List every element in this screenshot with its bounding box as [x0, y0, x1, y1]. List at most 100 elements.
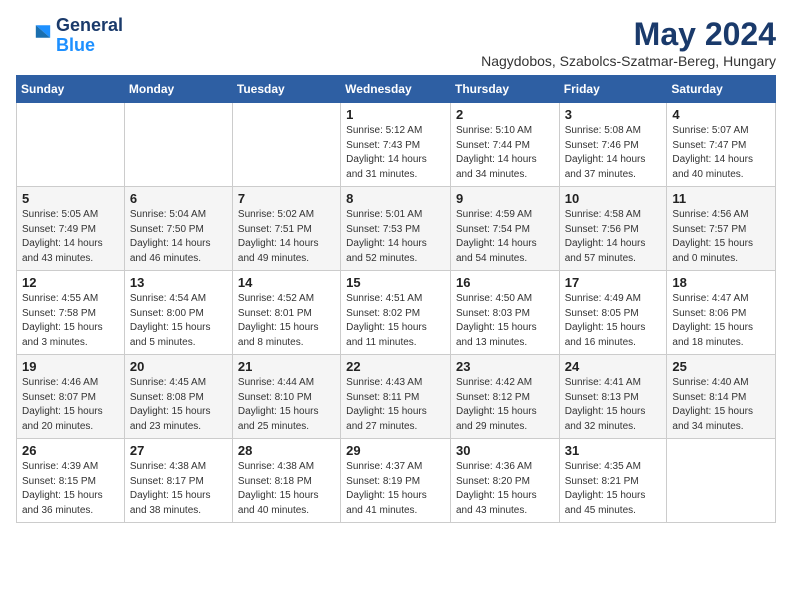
day-info: Sunrise: 4:56 AMSunset: 7:57 PMDaylight:… [672, 208, 770, 266]
day-number: 30 [456, 443, 554, 458]
logo-line1: General [56, 16, 123, 36]
day-info: Sunrise: 4:38 AMSunset: 8:18 PMDaylight:… [238, 460, 335, 518]
day-info: Sunrise: 4:35 AMSunset: 8:21 PMDaylight:… [565, 460, 662, 518]
day-number: 12 [22, 275, 119, 290]
day-number: 16 [456, 275, 554, 290]
day-info: Sunrise: 4:51 AMSunset: 8:02 PMDaylight:… [346, 292, 445, 350]
week-row-5: 26 Sunrise: 4:39 AMSunset: 8:15 PMDayligh… [17, 439, 776, 523]
day-info: Sunrise: 4:50 AMSunset: 8:03 PMDaylight:… [456, 292, 554, 350]
day-info: Sunrise: 4:45 AMSunset: 8:08 PMDaylight:… [130, 376, 227, 434]
day-cell: 4 Sunrise: 5:07 AMSunset: 7:47 PMDaylight… [667, 103, 776, 187]
day-info: Sunrise: 4:59 AMSunset: 7:54 PMDaylight:… [456, 208, 554, 266]
day-number: 15 [346, 275, 445, 290]
logo-line2: Blue [56, 36, 123, 56]
day-number: 1 [346, 107, 445, 122]
day-info: Sunrise: 4:46 AMSunset: 8:07 PMDaylight:… [22, 376, 119, 434]
day-info: Sunrise: 4:58 AMSunset: 7:56 PMDaylight:… [565, 208, 662, 266]
calendar-table: SundayMondayTuesdayWednesdayThursdayFrid… [16, 75, 776, 523]
day-cell: 8 Sunrise: 5:01 AMSunset: 7:53 PMDaylight… [341, 187, 451, 271]
header-cell-tuesday: Tuesday [232, 76, 340, 103]
day-number: 4 [672, 107, 770, 122]
day-info: Sunrise: 5:12 AMSunset: 7:43 PMDaylight:… [346, 124, 445, 182]
logo: General Blue [16, 16, 123, 56]
day-cell: 2Sunrise: 5:10 AMSunset: 7:44 PMDaylight… [450, 103, 559, 187]
day-cell: 5 Sunrise: 5:05 AMSunset: 7:49 PMDaylight… [17, 187, 125, 271]
header-cell-sunday: Sunday [17, 76, 125, 103]
day-cell: 27 Sunrise: 4:38 AMSunset: 8:17 PMDayligh… [124, 439, 232, 523]
day-cell [17, 103, 125, 187]
day-number: 5 [22, 191, 119, 206]
day-number: 10 [565, 191, 662, 206]
day-info: Sunrise: 5:01 AMSunset: 7:53 PMDaylight:… [346, 208, 445, 266]
day-number: 29 [346, 443, 445, 458]
day-number: 8 [346, 191, 445, 206]
day-number: 9 [456, 191, 554, 206]
day-number: 11 [672, 191, 770, 206]
calendar-header: SundayMondayTuesdayWednesdayThursdayFrid… [17, 76, 776, 103]
day-info: Sunrise: 4:55 AMSunset: 7:58 PMDaylight:… [22, 292, 119, 350]
day-info: Sunrise: 4:52 AMSunset: 8:01 PMDaylight:… [238, 292, 335, 350]
day-number: 31 [565, 443, 662, 458]
day-cell: 18 Sunrise: 4:47 AMSunset: 8:06 PMDayligh… [667, 271, 776, 355]
day-cell: 31 Sunrise: 4:35 AMSunset: 8:21 PMDayligh… [559, 439, 667, 523]
day-number: 25 [672, 359, 770, 374]
day-cell: 16 Sunrise: 4:50 AMSunset: 8:03 PMDayligh… [450, 271, 559, 355]
day-number: 18 [672, 275, 770, 290]
day-info: Sunrise: 4:38 AMSunset: 8:17 PMDaylight:… [130, 460, 227, 518]
day-info: Sunrise: 4:44 AMSunset: 8:10 PMDaylight:… [238, 376, 335, 434]
day-number: 2 [456, 107, 554, 122]
day-info: Sunrise: 4:41 AMSunset: 8:13 PMDaylight:… [565, 376, 662, 434]
header-cell-thursday: Thursday [450, 76, 559, 103]
day-info: Sunrise: 5:05 AMSunset: 7:49 PMDaylight:… [22, 208, 119, 266]
day-cell: 15 Sunrise: 4:51 AMSunset: 8:02 PMDayligh… [341, 271, 451, 355]
day-number: 3 [565, 107, 662, 122]
day-cell: 26 Sunrise: 4:39 AMSunset: 8:15 PMDayligh… [17, 439, 125, 523]
logo-icon [16, 18, 52, 54]
day-info: Sunrise: 4:36 AMSunset: 8:20 PMDaylight:… [456, 460, 554, 518]
week-row-2: 5 Sunrise: 5:05 AMSunset: 7:49 PMDaylight… [17, 187, 776, 271]
day-info: Sunrise: 5:07 AMSunset: 7:47 PMDaylight:… [672, 124, 770, 182]
day-cell: 19Sunrise: 4:46 AMSunset: 8:07 PMDayligh… [17, 355, 125, 439]
header-cell-saturday: Saturday [667, 76, 776, 103]
day-cell: 21Sunrise: 4:44 AMSunset: 8:10 PMDayligh… [232, 355, 340, 439]
day-cell: 10 Sunrise: 4:58 AMSunset: 7:56 PMDayligh… [559, 187, 667, 271]
day-number: 20 [130, 359, 227, 374]
day-info: Sunrise: 4:40 AMSunset: 8:14 PMDaylight:… [672, 376, 770, 434]
day-number: 24 [565, 359, 662, 374]
day-cell: 17 Sunrise: 4:49 AMSunset: 8:05 PMDayligh… [559, 271, 667, 355]
day-info: Sunrise: 4:42 AMSunset: 8:12 PMDaylight:… [456, 376, 554, 434]
day-info: Sunrise: 5:04 AMSunset: 7:50 PMDaylight:… [130, 208, 227, 266]
day-cell: 12 Sunrise: 4:55 AMSunset: 7:58 PMDayligh… [17, 271, 125, 355]
day-number: 26 [22, 443, 119, 458]
day-info: Sunrise: 4:39 AMSunset: 8:15 PMDaylight:… [22, 460, 119, 518]
day-number: 14 [238, 275, 335, 290]
day-cell: 29 Sunrise: 4:37 AMSunset: 8:19 PMDayligh… [341, 439, 451, 523]
header-cell-monday: Monday [124, 76, 232, 103]
day-number: 7 [238, 191, 335, 206]
day-info: Sunrise: 5:02 AMSunset: 7:51 PMDaylight:… [238, 208, 335, 266]
day-cell: 28Sunrise: 4:38 AMSunset: 8:18 PMDayligh… [232, 439, 340, 523]
day-cell [667, 439, 776, 523]
calendar-body: 1 Sunrise: 5:12 AMSunset: 7:43 PMDaylight… [17, 103, 776, 523]
header-row: SundayMondayTuesdayWednesdayThursdayFrid… [17, 76, 776, 103]
day-info: Sunrise: 4:47 AMSunset: 8:06 PMDaylight:… [672, 292, 770, 350]
week-row-1: 1 Sunrise: 5:12 AMSunset: 7:43 PMDaylight… [17, 103, 776, 187]
day-cell: 23Sunrise: 4:42 AMSunset: 8:12 PMDayligh… [450, 355, 559, 439]
header-cell-wednesday: Wednesday [341, 76, 451, 103]
day-cell: 25 Sunrise: 4:40 AMSunset: 8:14 PMDayligh… [667, 355, 776, 439]
day-cell: 24 Sunrise: 4:41 AMSunset: 8:13 PMDayligh… [559, 355, 667, 439]
day-cell: 3 Sunrise: 5:08 AMSunset: 7:46 PMDaylight… [559, 103, 667, 187]
day-cell: 13Sunrise: 4:54 AMSunset: 8:00 PMDayligh… [124, 271, 232, 355]
day-cell: 20 Sunrise: 4:45 AMSunset: 8:08 PMDayligh… [124, 355, 232, 439]
day-number: 17 [565, 275, 662, 290]
month-title: May 2024 [481, 16, 776, 53]
week-row-3: 12 Sunrise: 4:55 AMSunset: 7:58 PMDayligh… [17, 271, 776, 355]
day-cell: 1 Sunrise: 5:12 AMSunset: 7:43 PMDaylight… [341, 103, 451, 187]
day-number: 6 [130, 191, 227, 206]
day-cell [232, 103, 340, 187]
day-number: 13 [130, 275, 227, 290]
day-number: 27 [130, 443, 227, 458]
day-info: Sunrise: 4:37 AMSunset: 8:19 PMDaylight:… [346, 460, 445, 518]
day-info: Sunrise: 4:49 AMSunset: 8:05 PMDaylight:… [565, 292, 662, 350]
day-info: Sunrise: 5:08 AMSunset: 7:46 PMDaylight:… [565, 124, 662, 182]
